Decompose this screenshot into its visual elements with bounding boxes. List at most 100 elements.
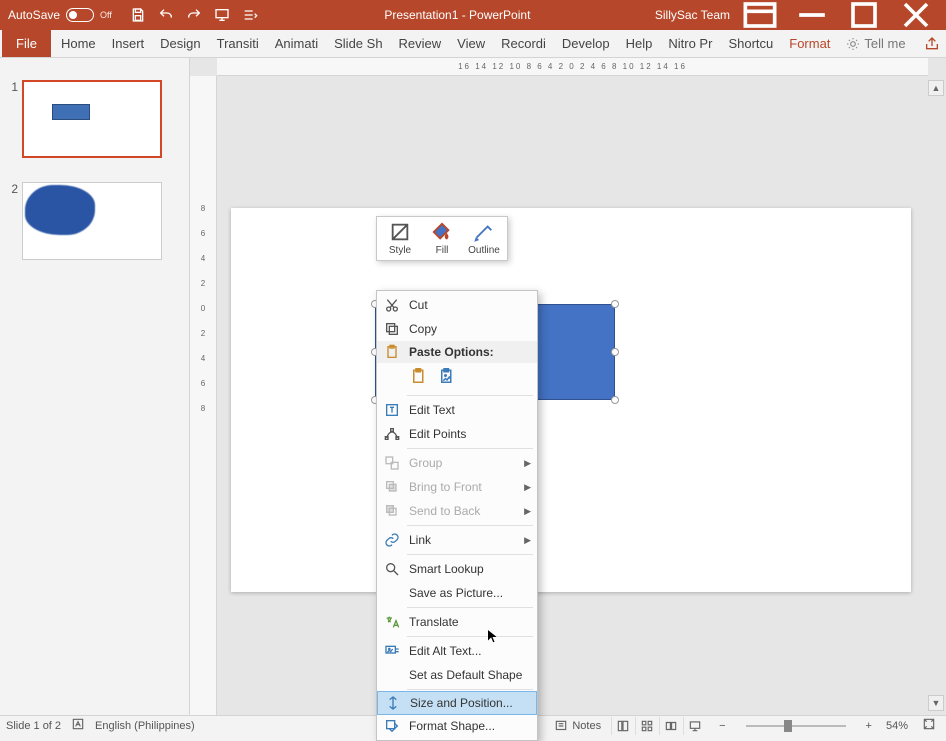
horizontal-ruler: 16 14 12 10 8 6 4 2 0 2 4 6 8 10 12 14 1… [217,58,928,76]
tab-design[interactable]: Design [152,30,208,57]
style-button[interactable]: Style [381,221,419,256]
scroll-up-button[interactable]: ▲ [928,80,944,96]
sorter-view-icon[interactable] [635,717,657,735]
tab-developer[interactable]: Develop [554,30,618,57]
menu-copy[interactable]: Copy [377,317,537,341]
vertical-ruler: 864202468 [190,76,217,715]
save-icon[interactable] [126,3,150,27]
menu-send-back: Send to Back▶ [377,499,537,523]
menu-size-position[interactable]: Size and Position... [377,691,537,715]
reading-view-icon[interactable] [659,717,681,735]
menu-cut[interactable]: Cut [377,293,537,317]
translate-icon [383,613,401,631]
alt-text-icon [383,642,401,660]
tab-home[interactable]: Home [53,30,104,57]
label: Cut [409,298,428,312]
tab-animations[interactable]: Animati [267,30,326,57]
outline-button[interactable]: Outline [465,221,503,256]
user-name: SillySac Team [655,8,730,22]
ribbon-display-icon[interactable] [738,0,782,30]
link-icon [383,531,401,549]
paste-options [377,363,537,393]
slideshow-icon[interactable] [210,3,234,27]
menu-edit-text[interactable]: Edit Text [377,398,537,422]
label: Group [409,456,442,470]
label: Edit Text [409,403,455,417]
label: Smart Lookup [409,562,484,576]
qat-more-icon[interactable] [238,3,262,27]
title-bar: AutoSave Off Presentation1 - PowerPoint … [0,0,946,30]
label: Link [409,533,431,547]
tab-insert[interactable]: Insert [104,30,153,57]
tab-file[interactable]: File [2,30,51,57]
fit-window-icon[interactable] [918,717,940,734]
slide-indicator[interactable]: Slide 1 of 2 [6,720,61,732]
notes-button[interactable]: Notes [554,719,601,733]
scroll-down-button[interactable]: ▼ [928,695,944,711]
zoom-out-button[interactable]: − [715,720,729,732]
menu-edit-points[interactable]: Edit Points [377,422,537,446]
label: Notes [572,720,601,732]
tab-nitropro[interactable]: Nitro Pr [660,30,720,57]
label: Edit Alt Text... [409,644,481,658]
close-icon[interactable] [894,0,938,30]
thumb-num: 1 [6,80,22,158]
menu-smart-lookup[interactable]: Smart Lookup [377,557,537,581]
tab-format[interactable]: Format [781,30,838,57]
edit-points-icon [383,425,401,443]
paste-picture-icon[interactable] [435,365,459,389]
maximize-icon[interactable] [842,0,886,30]
label: Size and Position... [410,696,513,710]
zoom-in-button[interactable]: + [862,720,876,732]
normal-view-icon[interactable] [611,717,633,735]
tab-slideshow[interactable]: Slide Sh [326,30,390,57]
resize-handle[interactable] [611,396,619,404]
accessibility-icon[interactable] [71,717,85,734]
fill-button[interactable]: Fill [423,221,461,256]
tab-view[interactable]: View [449,30,493,57]
undo-icon[interactable] [154,3,178,27]
language-indicator[interactable]: English (Philippines) [95,720,195,732]
menu-save-picture[interactable]: Save as Picture... [377,581,537,605]
menu-format-shape[interactable]: Format Shape... [377,714,537,738]
tab-recording[interactable]: Recordi [493,30,554,57]
label: Edit Points [409,427,466,441]
resize-handle[interactable] [611,300,619,308]
tab-shortcut[interactable]: Shortcu [720,30,781,57]
tab-transitions[interactable]: Transiti [209,30,267,57]
label: Format Shape... [409,719,495,733]
thumbnail-pane[interactable]: 1 2 [0,58,190,715]
slide-canvas[interactable] [217,76,928,715]
thumbnail-2[interactable]: 2 [0,178,189,280]
thumbnail-1[interactable]: 1 [0,76,189,178]
tell-me[interactable]: Tell me [838,30,913,57]
bring-front-icon [383,478,401,496]
menu-link[interactable]: Link▶ [377,528,537,552]
slide[interactable] [231,208,911,592]
tab-help[interactable]: Help [618,30,661,57]
slideshow-view-icon[interactable] [683,717,705,735]
autosave-label: AutoSave [8,8,60,22]
paste-keep-source-icon[interactable] [407,365,431,389]
label: Save as Picture... [409,586,503,600]
mini-toolbar: Style Fill Outline [376,216,508,261]
redo-icon[interactable] [182,3,206,27]
autosave-switch[interactable] [66,8,94,22]
share-button[interactable] [914,30,946,57]
thumbnail-slide[interactable] [22,80,162,158]
menu-paste-header: Paste Options: [377,341,537,363]
menu-edit-alt[interactable]: Edit Alt Text... [377,639,537,663]
quick-access-toolbar [120,3,268,27]
minimize-icon[interactable] [790,0,834,30]
zoom-slider[interactable] [746,725,846,727]
tab-review[interactable]: Review [391,30,450,57]
zoom-level[interactable]: 54% [886,720,908,732]
autosave-toggle[interactable]: AutoSave Off [0,8,120,22]
label: Fill [436,245,449,256]
label: Style [389,245,411,256]
thumbnail-slide[interactable] [22,182,162,260]
label: Paste Options: [409,345,494,359]
menu-set-default[interactable]: Set as Default Shape [377,663,537,687]
resize-handle[interactable] [611,348,619,356]
menu-translate[interactable]: Translate [377,610,537,634]
